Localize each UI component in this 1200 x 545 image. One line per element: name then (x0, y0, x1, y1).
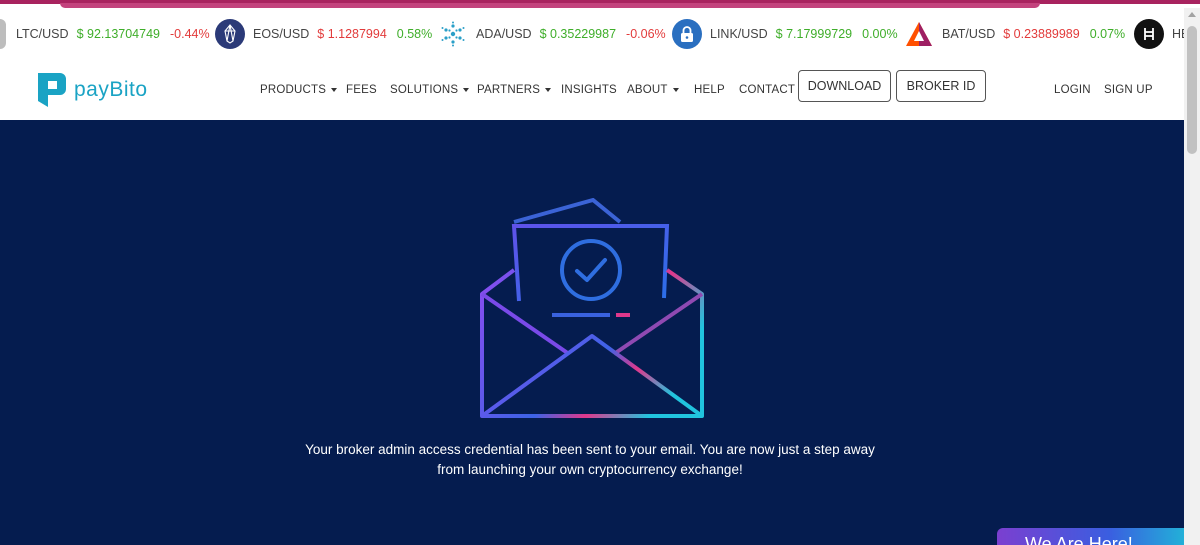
broker-id-button[interactable]: BROKER ID (896, 70, 986, 102)
nav-partners-label: PARTNERS (477, 84, 552, 96)
nav-about-label: ABOUT (627, 84, 679, 96)
login-label: LOGIN (1054, 84, 1091, 96)
page-scrollbar[interactable] (1184, 8, 1200, 545)
ticker-pair: EOS/USD (253, 27, 310, 41)
ticker-item-hbar[interactable]: HE (1134, 8, 1184, 60)
ltc-icon (0, 19, 6, 49)
nav-solutions[interactable]: SOLUTIONS (390, 60, 470, 120)
ticker-pair: LTC/USD (16, 27, 69, 41)
message-line-2: from launching your own cryptocurrency e… (437, 462, 743, 477)
nav-insights[interactable]: INSIGHTS (561, 60, 617, 120)
ticker-item-eos[interactable]: EOS/USD $ 1.1287994 0.58% (215, 8, 432, 60)
caret-down-icon (672, 88, 679, 92)
nav-label: ABOUT (627, 84, 668, 96)
nav-help-label: HELP (694, 84, 725, 96)
nav-label: PARTNERS (477, 84, 541, 96)
brand-name: payBito (74, 78, 148, 101)
hbar-icon (1134, 19, 1164, 49)
ticker-item-link[interactable]: LINK/USD $ 7.17999729 0.00% (672, 8, 898, 60)
ticker-change: -0.44% (169, 27, 210, 41)
ticker-price: $ 92.13704749 (76, 27, 160, 41)
caret-down-icon (463, 88, 470, 92)
brand-logo[interactable]: payBito (36, 70, 148, 110)
ticker-change: 0.07% (1089, 27, 1126, 41)
nav-fees-label: FEES (346, 84, 377, 96)
caret-down-icon (331, 88, 338, 92)
signup-link[interactable]: SIGN UP (1104, 60, 1153, 120)
nav-about[interactable]: ABOUT (627, 60, 679, 120)
main-navbar: payBito PRODUCTS FEES SOLUTIONS PARTNERS… (0, 60, 1184, 120)
nav-contact-label: CONTACT (739, 84, 796, 96)
nav-solutions-label: SOLUTIONS (390, 84, 470, 96)
caret-down-icon (545, 88, 552, 92)
nav-partners[interactable]: PARTNERS (477, 60, 552, 120)
ticker-change: 0.00% (862, 27, 898, 41)
ticker-item-ltc[interactable]: LTC/USD $ 92.13704749 -0.44% (0, 8, 210, 60)
email-sent-check-icon (480, 198, 704, 418)
paybito-logo-icon (38, 73, 66, 107)
nav-fees[interactable]: FEES (346, 60, 377, 120)
ada-icon (438, 19, 468, 49)
login-link[interactable]: LOGIN (1054, 60, 1091, 120)
chat-widget-label: We Are Here! (1025, 534, 1133, 545)
ticker-price: $ 1.1287994 (317, 27, 387, 41)
eos-icon (215, 19, 245, 49)
ticker-change: 0.58% (396, 27, 433, 41)
download-button[interactable]: DOWNLOAD (798, 70, 891, 102)
ticker-pair: ADA/USD (476, 27, 532, 41)
nav-label: SOLUTIONS (390, 84, 459, 96)
ticker-price: $ 0.35229987 (539, 27, 617, 41)
nav-insights-label: INSIGHTS (561, 84, 617, 96)
scroll-up-arrow-icon[interactable] (1188, 12, 1196, 17)
confirmation-hero: Your broker admin access credential has … (0, 120, 1184, 545)
signup-label: SIGN UP (1104, 84, 1153, 96)
ticker-price: $ 7.17999729 (775, 27, 853, 41)
ticker-pair: BAT/USD (942, 27, 996, 41)
price-ticker: LTC/USD $ 92.13704749 -0.44% EOS/USD $ 1… (0, 8, 1184, 60)
browser-top-strip (0, 0, 1200, 8)
scrollbar-thumb[interactable] (1187, 26, 1197, 154)
nav-products[interactable]: PRODUCTS (260, 60, 338, 120)
nav-products-label: PRODUCTS (260, 84, 338, 96)
nav-help[interactable]: HELP (694, 60, 725, 120)
ticker-item-bat[interactable]: BAT/USD $ 0.23889989 0.07% (904, 8, 1125, 60)
ticker-pair: HE (1172, 27, 1184, 41)
bat-icon (904, 19, 934, 49)
ticker-change: -0.06% (626, 27, 666, 41)
message-line-1: Your broker admin access credential has … (305, 442, 875, 457)
chat-widget-button[interactable]: We Are Here! (997, 528, 1184, 545)
ticker-price: $ 0.23889989 (1003, 27, 1080, 41)
link-icon (672, 19, 702, 49)
ticker-item-ada[interactable]: ADA/USD $ 0.35229987 -0.06% (438, 8, 666, 60)
nav-contact[interactable]: CONTACT (739, 60, 795, 120)
nav-label: PRODUCTS (260, 84, 327, 96)
ticker-pair: LINK/USD (710, 27, 768, 41)
confirmation-message: Your broker admin access credential has … (240, 440, 940, 480)
